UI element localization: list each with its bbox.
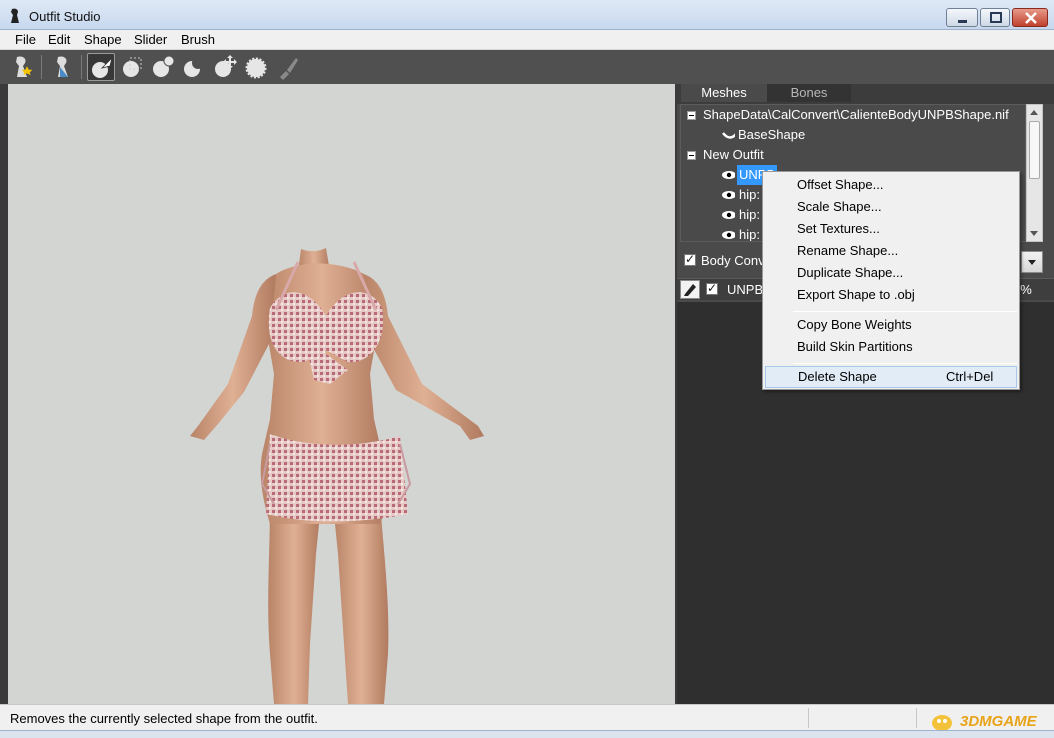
- menu-delete-shape[interactable]: Delete Shape Ctrl+Del: [765, 366, 1017, 388]
- eye-icon[interactable]: [721, 170, 735, 180]
- window-title: Outfit Studio: [29, 9, 101, 24]
- taskbar: [0, 730, 1054, 738]
- slider-set-label: Body Conv: [701, 253, 765, 268]
- weight-paint-icon[interactable]: [274, 53, 302, 81]
- tab-bones[interactable]: Bones: [767, 84, 851, 102]
- select-brush-icon[interactable]: [87, 53, 115, 81]
- slider-name: UNPB: [727, 282, 764, 297]
- status-divider: [808, 708, 809, 728]
- menu-shape[interactable]: Shape: [82, 32, 124, 47]
- smooth-brush-icon[interactable]: [242, 53, 270, 81]
- tree-outfit-row[interactable]: New Outfit: [681, 145, 1025, 165]
- menu-set-textures[interactable]: Set Textures...: [765, 218, 1017, 240]
- mask-brush-icon[interactable]: [119, 53, 147, 81]
- eye-icon[interactable]: [721, 230, 735, 240]
- toolbar-separator: [41, 55, 42, 79]
- toolbar-separator: [81, 55, 82, 79]
- outfit-root-label: New Outfit: [703, 147, 764, 162]
- collapse-icon[interactable]: [687, 151, 696, 160]
- menu-separator: [793, 363, 1017, 364]
- scroll-down-icon[interactable]: [1030, 231, 1038, 236]
- menu-export-obj[interactable]: Export Shape to .obj: [765, 284, 1017, 306]
- inflate-brush-icon[interactable]: [149, 53, 177, 81]
- status-text: Removes the currently selected shape fro…: [10, 711, 318, 726]
- delete-shape-label: Delete Shape: [798, 369, 877, 384]
- outfit-item-label: hip:: [739, 187, 760, 202]
- scroll-thumb[interactable]: [1029, 121, 1040, 179]
- eye-icon[interactable]: [721, 210, 735, 220]
- pencil-icon: [684, 284, 696, 296]
- menu-duplicate-shape[interactable]: Duplicate Shape...: [765, 262, 1017, 284]
- outfit-item-label: hip:: [739, 227, 760, 242]
- tree-reference-row[interactable]: ShapeData\CalConvert\CalienteBodyUNPBSha…: [681, 105, 1025, 125]
- minimize-button[interactable]: [946, 8, 978, 27]
- menu-scale-shape[interactable]: Scale Shape...: [765, 196, 1017, 218]
- eye-icon[interactable]: [721, 190, 735, 200]
- menu-copy-bone-weights[interactable]: Copy Bone Weights: [765, 314, 1017, 336]
- watermark-text: 3DMGAME: [960, 713, 1037, 730]
- outfit-item-label: hip:: [739, 207, 760, 222]
- menu-separator: [793, 311, 1017, 312]
- scroll-up-icon[interactable]: [1030, 110, 1038, 115]
- maximize-button[interactable]: [980, 8, 1010, 27]
- status-divider: [916, 708, 917, 728]
- body-model-render: [190, 248, 484, 704]
- tab-meshes[interactable]: Meshes: [681, 84, 767, 102]
- shape-curve-icon: [722, 132, 735, 139]
- menu-bar: File Edit Shape Slider Brush: [0, 30, 1054, 50]
- deflate-brush-icon[interactable]: [180, 53, 208, 81]
- reference-file-label: ShapeData\CalConvert\CalienteBodyUNPBSha…: [703, 107, 1009, 122]
- panel-tabs: Meshes Bones: [677, 84, 1054, 104]
- status-bar: Removes the currently selected shape fro…: [0, 704, 1054, 731]
- app-icon: [11, 8, 19, 23]
- tree-item[interactable]: BaseShape: [681, 125, 1025, 145]
- title-bar: Outfit Studio: [0, 0, 1054, 30]
- shape-context-menu: Offset Shape... Scale Shape... Set Textu…: [762, 171, 1020, 390]
- slider-set-checkbox[interactable]: [684, 252, 696, 266]
- slider-checkbox[interactable]: [706, 281, 718, 295]
- delete-shape-shortcut: Ctrl+Del: [946, 369, 994, 384]
- conform-icon[interactable]: [9, 53, 37, 81]
- menu-rename-shape[interactable]: Rename Shape...: [765, 240, 1017, 262]
- conform-shape-icon[interactable]: [49, 53, 77, 81]
- menu-file[interactable]: File: [13, 32, 38, 47]
- menu-slider[interactable]: Slider: [132, 32, 169, 47]
- close-button[interactable]: [1012, 8, 1048, 27]
- reference-shape-label: BaseShape: [738, 127, 806, 142]
- tree-scrollbar[interactable]: [1026, 104, 1043, 242]
- collapse-icon[interactable]: [687, 111, 696, 120]
- menu-brush[interactable]: Brush: [179, 32, 217, 47]
- menu-offset-shape[interactable]: Offset Shape...: [765, 174, 1017, 196]
- 3d-viewport[interactable]: [8, 84, 675, 704]
- menu-build-skin-partitions[interactable]: Build Skin Partitions: [765, 336, 1017, 358]
- toolbar: [0, 50, 1054, 84]
- move-brush-icon[interactable]: [211, 53, 239, 81]
- menu-edit[interactable]: Edit: [46, 32, 72, 47]
- edit-slider-button[interactable]: [680, 280, 700, 299]
- slider-set-dropdown[interactable]: [1021, 251, 1043, 273]
